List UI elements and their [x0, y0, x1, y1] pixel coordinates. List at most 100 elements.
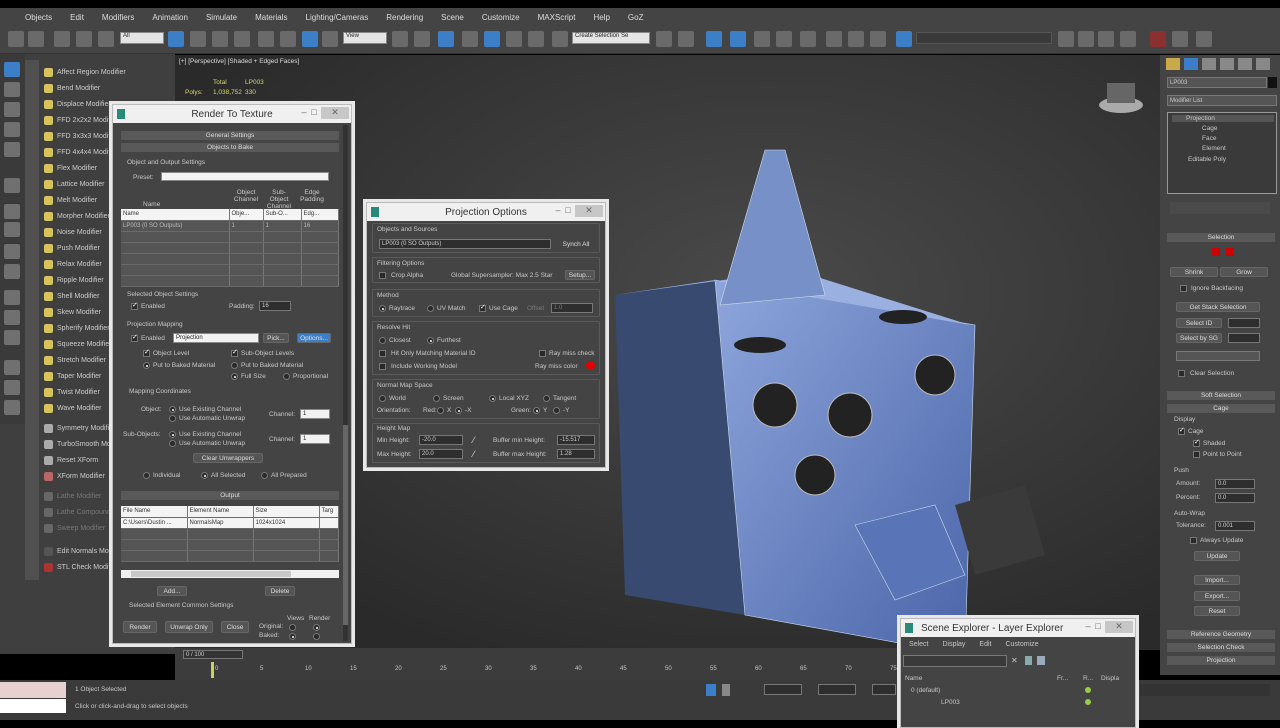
cage-checkbox[interactable] [1178, 426, 1185, 435]
timeline[interactable]: 0 / 100 0 5 10 15 20 25 30 35 40 45 50 55 60 65 70 75 [175, 648, 900, 680]
individual-radio[interactable] [143, 472, 150, 479]
layer-row-lp003[interactable]: LP003 [941, 699, 960, 706]
render-icon-left[interactable] [4, 264, 20, 279]
export-button[interactable]: Export... [1194, 591, 1240, 601]
header-size[interactable]: Size [253, 506, 320, 518]
shaded-checkbox[interactable] [1193, 438, 1200, 447]
header-edge[interactable]: Edg... [301, 209, 339, 221]
menu-rendering[interactable]: Rendering [377, 13, 432, 22]
preset-dropdown[interactable] [161, 172, 329, 181]
col-display[interactable]: Displa [1101, 675, 1119, 682]
redo-icon[interactable] [28, 31, 44, 47]
vertex-mode-icon[interactable] [1212, 248, 1220, 256]
horizontal-scrollbar[interactable] [121, 570, 339, 578]
clear-search-icon[interactable]: ✕ [1011, 656, 1018, 665]
align-icon[interactable] [678, 31, 694, 47]
green-negy-radio[interactable] [553, 407, 560, 414]
green-y-radio[interactable] [533, 407, 540, 414]
schematic-view-icon[interactable] [776, 31, 792, 47]
point-to-point-checkbox[interactable] [1193, 451, 1200, 458]
general-settings-rollout[interactable]: General Settings [121, 131, 339, 140]
menu-customize[interactable]: Customize [473, 13, 529, 22]
modifier-list-dropdown[interactable]: Modifier List [1167, 95, 1277, 106]
layer-row-default[interactable]: 0 (default) [911, 687, 940, 694]
axis-constraint-icon[interactable] [4, 142, 20, 157]
selection-rollout[interactable]: Selection [1167, 233, 1275, 242]
furthest-radio[interactable] [427, 337, 434, 344]
menu-help[interactable]: Help [584, 13, 618, 22]
put-baked-radio-2[interactable] [231, 362, 238, 369]
maxscript-listener[interactable] [0, 682, 66, 698]
add-button[interactable]: Add... [157, 586, 187, 596]
header-file-name[interactable]: File Name [121, 506, 188, 518]
import-button[interactable]: Import... [1194, 575, 1240, 585]
render-toggle-icon[interactable] [1085, 699, 1091, 705]
curve-editor-icon[interactable] [754, 31, 770, 47]
ref-coord-dropdown[interactable]: View [343, 32, 387, 44]
sub-existing-radio[interactable] [169, 431, 176, 438]
projection-rollout[interactable]: Projection [1167, 656, 1275, 665]
header-sub[interactable]: Sub-O... [263, 209, 302, 221]
zoom-all-icon[interactable] [1120, 31, 1136, 47]
menu-scene[interactable]: Scene [432, 13, 473, 22]
col-name[interactable]: Name [905, 675, 922, 682]
time-slider[interactable]: 0 / 100 [183, 650, 243, 659]
play-icon[interactable] [4, 310, 20, 325]
table-row[interactable]: C:\Users\Dustin ... NormalsMap 1024x1024 [121, 517, 339, 529]
original-render-radio[interactable] [313, 624, 320, 631]
proj-enabled-checkbox[interactable] [131, 333, 138, 342]
update-button[interactable]: Update [1194, 551, 1240, 561]
hierarchy-tab-icon[interactable] [1202, 58, 1216, 70]
dialog-titlebar[interactable]: Scene Explorer - Layer Explorer – □ ✕ [901, 619, 1135, 637]
pick-button[interactable]: Pick... [263, 333, 289, 343]
full-size-radio[interactable] [231, 373, 238, 380]
time-cursor[interactable] [211, 662, 214, 678]
header-obj[interactable]: Obje... [229, 209, 264, 221]
material-editor-icon[interactable] [800, 31, 816, 47]
object-existing-radio[interactable] [169, 406, 176, 413]
menu-edit[interactable]: Edit [61, 13, 93, 22]
angle-snap-icon[interactable] [484, 31, 500, 47]
select-axis-x-icon[interactable] [4, 62, 20, 77]
scrollbar-thumb[interactable] [131, 571, 291, 577]
keyboard-shortcut-icon[interactable] [438, 31, 454, 47]
teapot-icon[interactable] [4, 360, 20, 375]
views-icon[interactable] [4, 178, 20, 193]
face-mode-icon[interactable] [1226, 248, 1234, 256]
link-icon[interactable] [54, 31, 70, 47]
menu-display[interactable]: Display [942, 641, 965, 648]
hit-only-checkbox[interactable] [379, 350, 386, 357]
isolate-icon[interactable] [706, 684, 716, 696]
delete-button[interactable]: Delete [265, 586, 295, 596]
crop-alpha-checkbox[interactable] [379, 272, 386, 279]
scrollbar-thumb[interactable] [343, 425, 348, 625]
pick-min-height-icon[interactable]: ⁄ [473, 435, 475, 445]
layer-icon[interactable] [1037, 656, 1045, 665]
objects-to-bake-rollout[interactable]: Objects to Bake [121, 143, 339, 152]
select-by-name-icon[interactable] [190, 31, 206, 47]
all-prepared-radio[interactable] [261, 472, 268, 479]
layout-icon[interactable] [4, 290, 20, 305]
sub-auto-radio[interactable] [169, 440, 176, 447]
red-negx-radio[interactable] [455, 407, 462, 414]
ignore-backfacing-checkbox[interactable] [1180, 285, 1187, 292]
stack-item-projection[interactable]: Projection [1172, 115, 1274, 122]
rect-selection-icon[interactable] [212, 31, 228, 47]
vertical-tabs[interactable] [25, 60, 39, 580]
render-setup-icon[interactable] [826, 31, 842, 47]
menu-customize[interactable]: Customize [1005, 641, 1038, 648]
scene-explorer-icon[interactable] [730, 31, 746, 47]
close-button[interactable]: ✕ [321, 107, 349, 119]
stack-item-cage[interactable]: Cage [1202, 125, 1218, 132]
ribbon-icon[interactable] [1172, 31, 1188, 47]
close-button[interactable]: ✕ [575, 205, 603, 217]
object-auto-radio[interactable] [169, 415, 176, 422]
select-id-button[interactable]: Select ID [1176, 318, 1222, 328]
selection-check-rollout[interactable]: Selection Check [1167, 643, 1275, 652]
move-icon[interactable] [258, 31, 274, 47]
rotate-icon[interactable] [280, 31, 296, 47]
select-id-spinner[interactable] [1228, 318, 1260, 328]
workspace-dropdown[interactable] [916, 32, 1052, 44]
modify-tab-icon[interactable] [1184, 58, 1198, 70]
placement-icon[interactable] [322, 31, 338, 47]
